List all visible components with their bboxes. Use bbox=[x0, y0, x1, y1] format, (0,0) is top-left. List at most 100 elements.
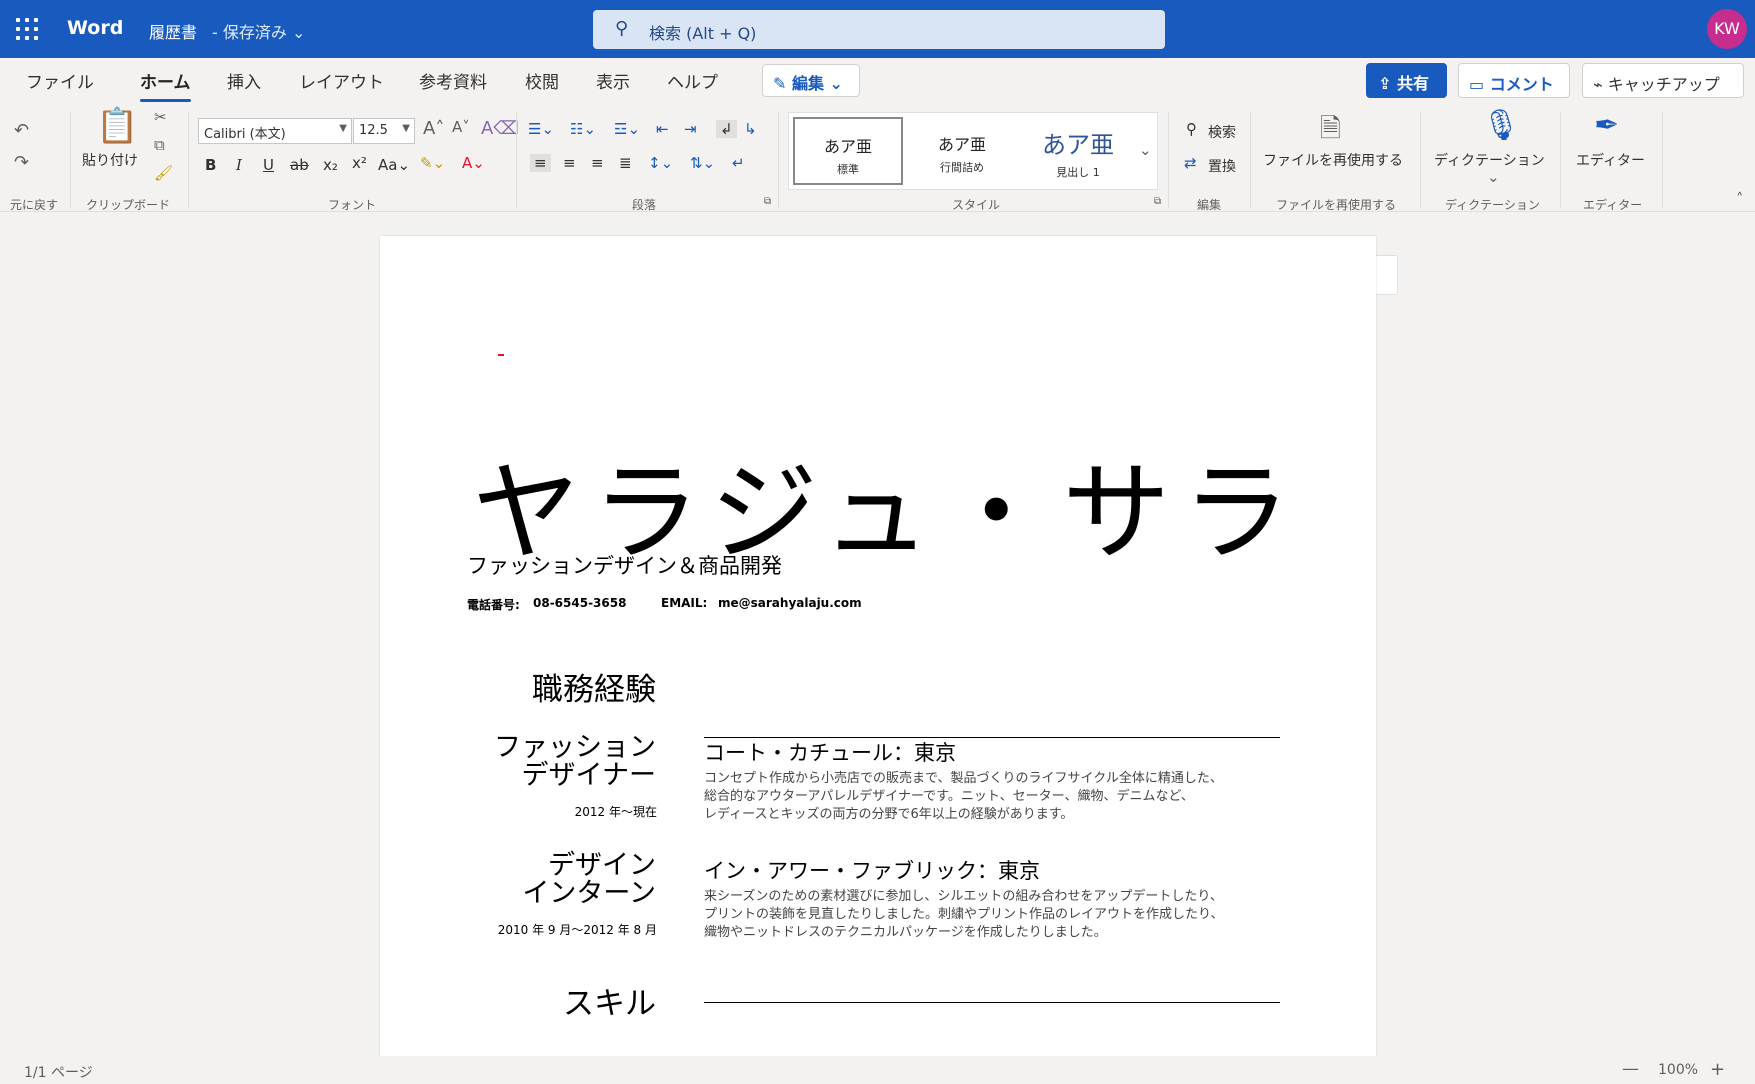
skills-heading[interactable]: スキル bbox=[563, 978, 656, 1023]
copy-icon[interactable]: ⧉ bbox=[154, 136, 165, 154]
email-address[interactable]: me@sarahyalaju.com bbox=[718, 596, 862, 610]
app-name[interactable]: Word bbox=[67, 17, 123, 39]
catch-up-button[interactable]: ⌁ キャッチアップ bbox=[1582, 63, 1744, 98]
tab-review[interactable]: 校閲 bbox=[525, 68, 559, 93]
chevron-down-icon[interactable]: ⌄ bbox=[1487, 168, 1500, 186]
editor-button[interactable]: エディター bbox=[1576, 150, 1645, 170]
style-sample: あア亜 bbox=[937, 135, 986, 154]
search-box[interactable]: ⚲ 検索 (Alt + Q) bbox=[593, 10, 1165, 49]
bold-icon[interactable]: B bbox=[205, 156, 216, 174]
collapse-ribbon-icon[interactable]: ˄ bbox=[1736, 190, 1744, 208]
increase-indent-icon[interactable]: ⇥ bbox=[684, 120, 697, 138]
find-button[interactable]: 検索 bbox=[1208, 122, 1236, 142]
superscript-icon[interactable]: x² bbox=[352, 154, 367, 172]
underline-icon[interactable]: U bbox=[263, 156, 274, 174]
tab-help[interactable]: ヘルプ bbox=[667, 68, 718, 93]
editing-mode-button[interactable]: ✎ 編集 ⌄ bbox=[762, 64, 860, 97]
resume-subtitle[interactable]: ファッションデザイン＆商品開発 bbox=[467, 550, 782, 580]
numbering-icon[interactable]: ☷⌄ bbox=[570, 120, 596, 138]
font-size-dropdown[interactable]: 12.5 ▼ bbox=[353, 118, 415, 144]
clear-formatting-icon[interactable]: A⌫ bbox=[481, 118, 519, 139]
find-icon[interactable]: ⚲ bbox=[1186, 120, 1197, 138]
comment-button[interactable]: ▭ コメント bbox=[1458, 63, 1570, 98]
subscript-icon[interactable]: x₂ bbox=[323, 156, 338, 174]
font-color-icon[interactable]: A⌄ bbox=[462, 154, 485, 172]
style-name: 見出し 1 bbox=[1056, 166, 1100, 179]
redo-icon[interactable]: ↷ bbox=[14, 152, 29, 173]
style-name: 行間詰め bbox=[940, 161, 984, 174]
line-spacing-icon[interactable]: ↕⌄ bbox=[648, 154, 673, 172]
tab-home[interactable]: ホーム bbox=[140, 68, 191, 102]
zoom-level[interactable]: 100% bbox=[1658, 1062, 1698, 1078]
highlight-color-icon[interactable]: ✎⌄ bbox=[420, 154, 445, 172]
share-button[interactable]: ⇪ 共有 bbox=[1366, 63, 1447, 98]
style-normal[interactable]: あア亜 標準 bbox=[793, 117, 903, 185]
strikethrough-icon[interactable]: ab bbox=[290, 156, 309, 174]
description-line: 織物やニットドレスのテクニカルパッケージを作成したりしました。 bbox=[704, 925, 1107, 940]
undo-icon[interactable]: ↶ bbox=[14, 120, 29, 141]
format-painter-icon[interactable]: 🖌 bbox=[154, 164, 173, 182]
dictation-button[interactable]: ディクテーション bbox=[1434, 150, 1545, 170]
replace-button[interactable]: 置換 bbox=[1208, 156, 1236, 176]
microphone-icon[interactable]: 🎙 bbox=[1482, 108, 1520, 143]
tab-references[interactable]: 参考資料 bbox=[419, 68, 487, 93]
change-case-icon[interactable]: Aa⌄ bbox=[378, 156, 410, 174]
document-name[interactable]: 履歴書 bbox=[149, 19, 197, 43]
paragraph-spacing-icon[interactable]: ⇅⌄ bbox=[690, 154, 715, 172]
grow-font-icon[interactable]: A˄ bbox=[423, 118, 444, 139]
job-description[interactable]: コンセプト作成から小売店での販売まで、製品づくりのライフサイクル全体に精通した、… bbox=[704, 770, 1264, 824]
paragraph-marks-icon[interactable]: ↲ bbox=[716, 120, 737, 138]
justify-icon[interactable]: ≣ bbox=[619, 154, 632, 172]
italic-icon[interactable]: I bbox=[236, 156, 242, 174]
multilevel-list-icon[interactable]: ☲⌄ bbox=[614, 120, 640, 138]
job-title[interactable]: デザイン インターン bbox=[522, 852, 656, 908]
dialog-launcher-icon[interactable]: ⧉ bbox=[1154, 196, 1161, 207]
divider bbox=[1168, 112, 1169, 208]
align-left-icon[interactable]: ≡ bbox=[530, 154, 551, 172]
menu-tabs: ファイル ホーム 挿入 レイアウト 参考資料 校閲 表示 ヘルプ ✎ 編集 ⌄ … bbox=[0, 58, 1755, 104]
tab-view[interactable]: 表示 bbox=[596, 68, 630, 93]
paste-icon[interactable]: 📋 bbox=[96, 106, 138, 146]
dialog-launcher-icon[interactable]: ⧉ bbox=[764, 196, 771, 207]
tab-insert[interactable]: 挿入 bbox=[227, 68, 261, 93]
paste-label[interactable]: 貼り付け bbox=[82, 150, 138, 170]
job-description[interactable]: 来シーズンのための素材選びに参加し、シルエットの組み合わせをアップデートしたり、… bbox=[704, 888, 1264, 942]
bullets-icon[interactable]: ☰⌄ bbox=[528, 120, 554, 138]
zoom-out-button[interactable]: — bbox=[1622, 1059, 1639, 1079]
zoom-in-button[interactable]: + bbox=[1710, 1059, 1725, 1080]
clipboard-group-label: クリップボード bbox=[86, 198, 171, 212]
replace-icon[interactable]: ⇄ bbox=[1184, 154, 1197, 172]
cut-icon[interactable]: ✂ bbox=[154, 108, 167, 126]
align-center-icon[interactable]: ≡ bbox=[563, 154, 576, 172]
style-no-spacing[interactable]: あア亜 行間詰め bbox=[907, 117, 1017, 185]
font-name-dropdown[interactable]: Calibri (本文) ▼ bbox=[198, 118, 352, 144]
reuse-files-icon[interactable]: 🗎 bbox=[1320, 110, 1341, 154]
employer[interactable]: コート・カチュール：東京 bbox=[704, 737, 956, 767]
ltr-icon[interactable]: ↳ bbox=[744, 120, 757, 138]
job-dates[interactable]: 2010 年 9 月～2012 年 8 月 bbox=[498, 921, 657, 938]
divider bbox=[1662, 112, 1663, 208]
tab-file[interactable]: ファイル bbox=[26, 68, 94, 93]
editor-pen-icon[interactable]: ✒ bbox=[1594, 108, 1619, 143]
avatar[interactable]: KW bbox=[1707, 9, 1747, 49]
divider bbox=[188, 112, 189, 208]
job-title[interactable]: ファッション デザイナー bbox=[494, 734, 656, 790]
divider bbox=[1560, 112, 1561, 208]
decrease-indent-icon[interactable]: ⇤ bbox=[656, 120, 669, 138]
save-status[interactable]: - 保存済み ⌄ bbox=[212, 19, 305, 43]
chevron-down-icon: ▼ bbox=[402, 123, 410, 134]
rtl-icon[interactable]: ↵ bbox=[732, 154, 745, 172]
tab-layout[interactable]: レイアウト bbox=[299, 68, 384, 93]
shrink-font-icon[interactable]: A˅ bbox=[452, 118, 470, 136]
employer[interactable]: イン・アワー・ファブリック：東京 bbox=[704, 855, 1040, 885]
style-heading-1[interactable]: あア亜 見出し 1 bbox=[1023, 117, 1133, 185]
experience-heading[interactable]: 職務経験 bbox=[532, 664, 656, 709]
align-right-icon[interactable]: ≡ bbox=[591, 154, 604, 172]
chevron-down-icon[interactable]: ⌄ bbox=[1139, 141, 1152, 159]
phone-number[interactable]: 08-6545-3658 bbox=[533, 596, 626, 610]
document-page[interactable]: ヤラジュ・サラ ファッションデザイン＆商品開発 電話番号: 08-6545-36… bbox=[380, 236, 1376, 1056]
page-count: 1/1 ページ bbox=[24, 1065, 93, 1081]
job-dates[interactable]: 2012 年～現在 bbox=[575, 803, 657, 820]
reuse-files-button[interactable]: ファイルを再使用する bbox=[1263, 150, 1403, 170]
app-launcher-icon[interactable] bbox=[16, 18, 38, 40]
